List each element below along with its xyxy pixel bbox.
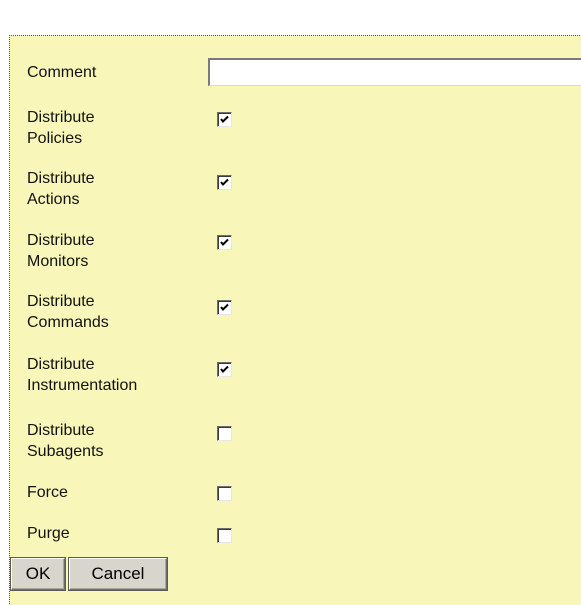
distribution-form-panel: Comment Distribute Policies Distribute A… [9,35,581,605]
option-label-purge: Purge [27,525,70,542]
option-label-distribute-commands: Distribute Commands [27,293,109,331]
checkbox-distribute-instrumentation[interactable] [217,362,232,377]
comment-input[interactable] [208,58,581,86]
window-frame: Comment Distribute Policies Distribute A… [0,0,581,605]
checkbox-force[interactable] [217,486,232,501]
checkmark-icon [220,365,229,373]
page-heading-cutoff [0,0,581,16]
comment-label: Comment [27,64,97,81]
checkmark-icon [220,178,229,186]
checkmark-icon [220,115,229,123]
option-label-distribute-instrumentation: Distribute Instrumentation [27,356,138,394]
option-label-distribute-policies: Distribute Policies [27,109,95,147]
checkbox-purge[interactable] [217,528,232,543]
option-label-distribute-subagents: Distribute Subagents [27,422,104,460]
checkbox-distribute-policies[interactable] [217,112,232,127]
cancel-button[interactable]: Cancel [69,558,167,590]
checkbox-distribute-commands[interactable] [217,300,232,315]
checkbox-distribute-monitors[interactable] [217,235,232,250]
option-label-distribute-monitors: Distribute Monitors [27,232,95,270]
checkmark-icon [220,238,229,246]
checkbox-distribute-actions[interactable] [217,175,232,190]
checkbox-distribute-subagents[interactable] [217,426,232,441]
ok-button[interactable]: OK [11,558,65,590]
option-label-distribute-actions: Distribute Actions [27,170,95,208]
checkmark-icon [220,303,229,311]
option-label-force: Force [27,484,68,501]
